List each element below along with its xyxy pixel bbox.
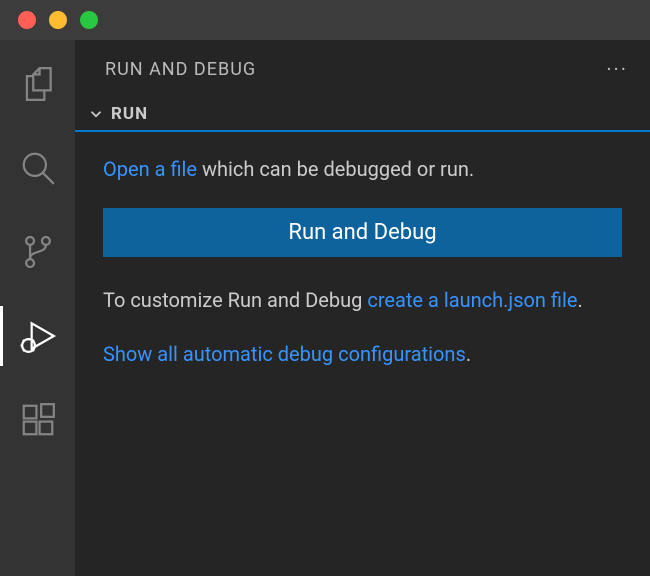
- open-file-text: which can be debugged or run.: [197, 157, 474, 181]
- open-file-link[interactable]: Open a file: [103, 157, 197, 181]
- search-icon: [19, 149, 57, 187]
- sidebar-panel: RUN AND DEBUG ··· RUN Open a file which …: [75, 40, 650, 576]
- window-close-button[interactable]: [18, 11, 36, 29]
- source-control-tab[interactable]: [0, 222, 75, 282]
- explorer-tab[interactable]: [0, 54, 75, 114]
- show-all-paragraph: Show all automatic debug configurations.: [103, 339, 622, 369]
- sidebar-title: RUN AND DEBUG: [105, 59, 256, 80]
- activity-bar: [0, 40, 75, 576]
- customize-prefix: To customize Run and Debug: [103, 288, 367, 312]
- create-launch-json-link[interactable]: create a launch.json file: [367, 288, 577, 312]
- search-tab[interactable]: [0, 138, 75, 198]
- run-debug-icon: [19, 317, 57, 355]
- run-and-debug-button[interactable]: Run and Debug: [103, 208, 622, 257]
- section-title: RUN: [111, 104, 148, 124]
- run-content: Open a file which can be debugged or run…: [75, 130, 650, 415]
- more-actions-button[interactable]: ···: [606, 57, 628, 81]
- customize-paragraph: To customize Run and Debug create a laun…: [103, 285, 622, 315]
- window-maximize-button[interactable]: [80, 11, 98, 29]
- show-all-suffix: .: [466, 342, 471, 366]
- chevron-down-icon: [87, 105, 105, 123]
- source-control-icon: [19, 233, 57, 271]
- open-file-paragraph: Open a file which can be debugged or run…: [103, 154, 622, 184]
- extensions-icon: [19, 401, 57, 439]
- customize-suffix: .: [577, 288, 582, 312]
- titlebar: [0, 0, 650, 40]
- window-minimize-button[interactable]: [49, 11, 67, 29]
- extensions-tab[interactable]: [0, 390, 75, 450]
- sidebar-header: RUN AND DEBUG ···: [75, 40, 650, 98]
- main-area: RUN AND DEBUG ··· RUN Open a file which …: [0, 40, 650, 576]
- show-all-configurations-link[interactable]: Show all automatic debug configurations: [103, 342, 466, 366]
- files-icon: [19, 65, 57, 103]
- run-debug-tab[interactable]: [0, 306, 75, 366]
- run-section-header[interactable]: RUN: [75, 98, 650, 130]
